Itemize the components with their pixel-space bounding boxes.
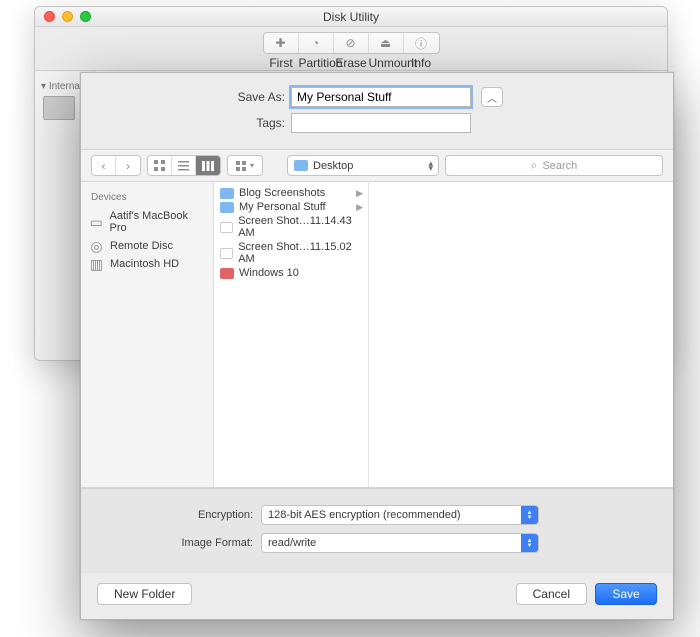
file-name: My Personal Stuff xyxy=(239,201,326,213)
toolbar: ✚ ◔ ⊘ ⏏ ⓘ First Aid Partition Erase xyxy=(35,27,667,71)
save-as-input[interactable] xyxy=(291,87,471,107)
chevron-left-icon: ‹ xyxy=(102,159,106,173)
file-name: Screen Shot…11.14.43 AM xyxy=(238,215,362,239)
column-view-button[interactable] xyxy=(196,156,220,175)
file-icon xyxy=(220,248,233,259)
save-dialog: Save As: ︿ Tags: ‹ › xyxy=(80,72,674,620)
device-item[interactable]: ▥ Macintosh HD xyxy=(87,255,207,273)
back-button[interactable]: ‹ xyxy=(92,156,116,175)
hdd-icon: ▥ xyxy=(89,258,104,270)
encryption-popup[interactable]: 128-bit AES encryption (recommended) ▴▾ xyxy=(261,505,539,525)
chevron-up-icon: ︿ xyxy=(487,90,497,105)
titlebar: Disk Utility xyxy=(35,7,667,27)
new-folder-button[interactable]: New Folder xyxy=(97,583,192,605)
search-placeholder: Search xyxy=(542,160,577,172)
format-value: read/write xyxy=(268,537,316,549)
folder-icon xyxy=(294,160,308,171)
info-button[interactable]: ⓘ xyxy=(404,33,439,53)
folder-icon xyxy=(220,202,234,213)
tags-input[interactable] xyxy=(291,113,471,133)
updown-arrows-icon: ▴▾ xyxy=(521,534,538,552)
source-list: Devices ▭ Aatif's MacBook Pro ◎ Remote D… xyxy=(81,182,214,487)
icon-view-button[interactable] xyxy=(148,156,172,175)
encryption-value: 128-bit AES encryption (recommended) xyxy=(268,509,461,521)
options-panel: Encryption: 128-bit AES encryption (reco… xyxy=(81,488,673,573)
file-icon xyxy=(220,222,233,233)
erase-button[interactable]: ⊘ xyxy=(334,33,369,53)
file-item[interactable]: Blog Screenshots ▶ xyxy=(214,186,368,200)
grid-icon xyxy=(154,160,165,171)
partition-icon: ◔ xyxy=(312,36,319,50)
laptop-icon: ▭ xyxy=(89,216,104,228)
arrange-button[interactable]: ▾ xyxy=(228,156,262,175)
file-name: Windows 10 xyxy=(239,267,299,279)
unmount-icon: ⏏ xyxy=(380,36,391,50)
unmount-button[interactable]: ⏏ xyxy=(369,33,404,53)
file-item[interactable]: Windows 10 xyxy=(214,266,368,280)
browser-toolbar: ‹ › ▾ Desktop ▴▾ xyxy=(81,149,673,182)
chevron-down-icon: ▾ xyxy=(250,161,254,170)
collapse-button[interactable]: ︿ xyxy=(481,87,503,107)
file-name: Blog Screenshots xyxy=(239,187,325,199)
device-item[interactable]: ◎ Remote Disc xyxy=(87,237,207,255)
first-aid-icon: ✚ xyxy=(275,36,285,50)
cancel-button[interactable]: Cancel xyxy=(516,583,587,605)
disc-icon: ◎ xyxy=(89,240,104,252)
button-row: New Folder Cancel Save xyxy=(81,573,673,619)
format-label: Image Format: xyxy=(101,537,261,549)
columns-icon xyxy=(202,161,214,171)
erase-icon: ⊘ xyxy=(345,36,355,50)
file-browser: Devices ▭ Aatif's MacBook Pro ◎ Remote D… xyxy=(81,182,673,488)
device-label: Aatif's MacBook Pro xyxy=(110,210,205,234)
file-item[interactable]: My Personal Stuff ▶ xyxy=(214,200,368,214)
updown-arrows-icon: ▴▾ xyxy=(428,161,433,171)
location-label: Desktop xyxy=(313,160,353,172)
save-as-label: Save As: xyxy=(101,90,291,104)
file-item[interactable]: Screen Shot…11.15.02 AM xyxy=(214,240,368,266)
list-icon xyxy=(178,160,189,171)
location-popup[interactable]: Desktop ▴▾ xyxy=(287,155,439,176)
device-label: Remote Disc xyxy=(110,240,173,252)
file-item[interactable]: Screen Shot…11.14.43 AM xyxy=(214,214,368,240)
tags-label: Tags: xyxy=(101,116,291,130)
file-name: Screen Shot…11.15.02 AM xyxy=(238,241,362,265)
search-icon: ⌕ xyxy=(531,158,538,173)
format-popup[interactable]: read/write ▴▾ xyxy=(261,533,539,553)
devices-header: Devices xyxy=(91,192,207,203)
device-label: Macintosh HD xyxy=(110,258,179,270)
drive-icon[interactable] xyxy=(43,96,75,120)
list-view-button[interactable] xyxy=(172,156,196,175)
updown-arrows-icon: ▴▾ xyxy=(521,506,538,524)
info-icon: ⓘ xyxy=(415,35,427,52)
forward-button[interactable]: › xyxy=(116,156,140,175)
disk-image-icon xyxy=(220,268,234,279)
browser-column: Blog Screenshots ▶ My Personal Stuff ▶ S… xyxy=(214,182,369,487)
chevron-right-icon: ▶ xyxy=(356,202,363,213)
folder-icon xyxy=(220,188,234,199)
search-field[interactable]: ⌕ Search xyxy=(445,155,663,176)
browser-column-empty xyxy=(369,182,673,487)
arrange-icon xyxy=(236,161,248,171)
save-button[interactable]: Save xyxy=(595,583,657,605)
device-item[interactable]: ▭ Aatif's MacBook Pro xyxy=(87,207,207,237)
encryption-label: Encryption: xyxy=(101,509,261,521)
partition-button[interactable]: ◔ xyxy=(299,33,334,53)
chevron-right-icon: ▶ xyxy=(356,188,363,199)
window-title: Disk Utility xyxy=(35,10,667,24)
chevron-right-icon: › xyxy=(126,159,130,173)
first-aid-button[interactable]: ✚ xyxy=(264,33,299,53)
